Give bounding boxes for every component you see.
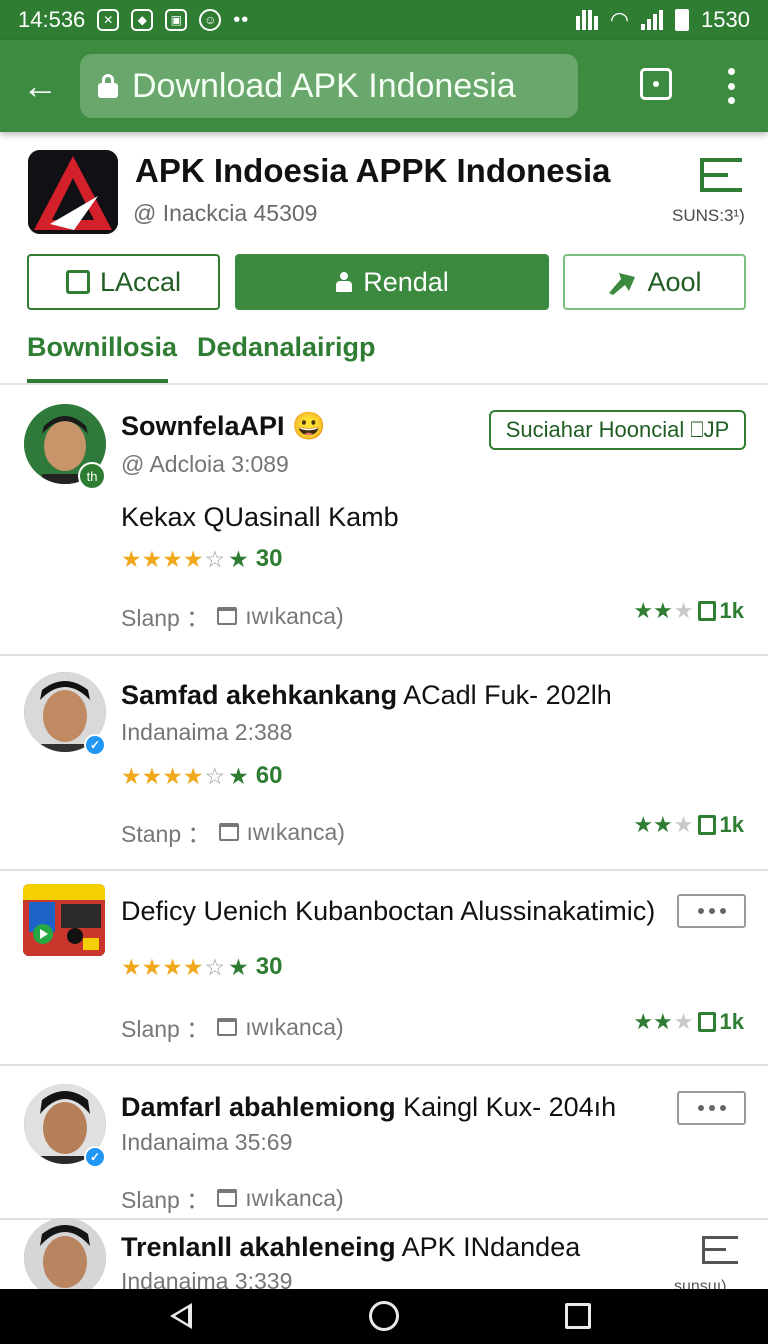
calendar-icon (217, 607, 238, 625)
notification-app-icon: ✕ (97, 9, 120, 31)
tabs-icon[interactable] (640, 68, 672, 100)
star-rating: ★★★★ ☆ ★ 30 (121, 545, 283, 572)
tab-divider (0, 383, 768, 385)
header-count: SUNS:3¹) (672, 206, 745, 225)
divider (0, 869, 768, 871)
local-button[interactable]: LAccal (27, 254, 220, 310)
divider (0, 1218, 768, 1220)
star-rating: ★★★★ ☆ ★ 30 (121, 953, 283, 980)
more-notifications-icon: •• (233, 8, 250, 31)
url-text: Download APK Indonesia (132, 66, 516, 105)
share-box-icon (65, 270, 90, 294)
vibrate-icon (575, 10, 598, 30)
cell-signal-icon (641, 10, 664, 30)
verified-icon: ✓ (84, 1146, 106, 1168)
item-title: SownfelaAPI 😀 (121, 411, 326, 441)
page-title: APK Indoesia APPK Indonesia (135, 152, 611, 189)
list-view-icon[interactable] (700, 158, 742, 192)
tab-dedanalairigp[interactable]: Dedanalairigp (197, 332, 376, 363)
person-icon (335, 272, 353, 292)
emoji-icon: 😀 (292, 411, 326, 441)
item-meta: Indanaima 2:388 (121, 719, 293, 745)
more-vert-icon[interactable] (716, 64, 746, 108)
side-rating: ★★ ★ 1k (633, 1009, 744, 1034)
item-title: Trenlanll akahleneing APK INdandea (121, 1232, 581, 1262)
list-view-icon (702, 1236, 738, 1264)
aool-button[interactable]: Aool (563, 254, 746, 310)
nav-recent-icon[interactable] (565, 1303, 591, 1329)
download-icon (697, 815, 716, 835)
item-title: Deficy Uenich Kubanboctan Alussinakatimi… (121, 896, 656, 926)
arrow-forward-icon (609, 273, 636, 295)
video-thumbnail (23, 884, 105, 956)
calendar-icon (218, 823, 239, 841)
browser-toolbar: ← Download APK Indonesia (0, 40, 768, 132)
status-badge: th (78, 462, 106, 490)
calendar-icon (217, 1018, 238, 1036)
battery-icon (675, 9, 690, 31)
system-nav-bar (0, 1289, 768, 1344)
item-meta: Indanaima 35:69 (121, 1129, 293, 1155)
avatar (24, 1218, 106, 1298)
item-description: Kekax QUasinall Kamb (121, 502, 399, 532)
status-time: 14:536 (18, 7, 86, 32)
wifi-icon: ◠ (609, 7, 630, 32)
nav-home-icon[interactable] (369, 1301, 399, 1331)
item-stamp: Slanp ： ıwıkanca) (121, 602, 344, 632)
url-bar[interactable]: Download APK Indonesia (80, 54, 578, 118)
nav-back-icon[interactable] (170, 1303, 192, 1329)
status-bar: 14:536 ✕ ◆ ▣ ☺ •• ◠ 1530 (0, 0, 768, 40)
screen: 14:536 ✕ ◆ ▣ ☺ •• ◠ 1530 ← Download APK … (0, 0, 768, 1344)
verified-icon: ✓ (84, 734, 106, 756)
more-options-button[interactable] (677, 894, 746, 928)
face-icon: ☺ (199, 9, 222, 31)
more-options-button[interactable] (677, 1091, 746, 1125)
lock-icon (98, 74, 118, 98)
item-chip[interactable]: Suciahar Hooncial ⎕JP (489, 410, 746, 450)
star-rating: ★★★★ ☆ ★ 60 (121, 762, 283, 789)
item-stamp: Slanp ： ıwıkanca) (121, 1013, 344, 1043)
item-meta: @ Adcloia 3:089 (121, 451, 289, 477)
rendal-button[interactable]: Rendal (235, 254, 549, 310)
item-title: Samfad akehkankang ACadl Fuk- 202lh (121, 680, 612, 710)
item-stamp: Stanp ： ıwıkanca) (121, 818, 345, 848)
photo-icon: ▣ (165, 9, 188, 31)
shield-icon: ◆ (131, 9, 154, 31)
side-rating: ★★ ★ 1k (633, 812, 744, 837)
divider (0, 1064, 768, 1066)
divider (0, 654, 768, 656)
page-subtitle: @ Inackcia 45309 (133, 200, 318, 226)
arrow-left-icon[interactable]: ← (0, 40, 80, 132)
status-clock: 1530 (701, 7, 750, 32)
tab-bownillosia[interactable]: Bownillosia (27, 332, 177, 363)
download-icon (697, 1012, 716, 1032)
side-rating: ★★ ★ 1k (633, 598, 744, 623)
app-logo (28, 150, 118, 234)
item-title: Damfarl abahlemiong Kaingl Kux- 204ıh (121, 1092, 617, 1122)
calendar-icon (217, 1189, 238, 1207)
floating-list-button[interactable]: sunsuı) (658, 1222, 768, 1295)
download-icon (697, 601, 716, 621)
item-stamp: Slanp ： ıwıkanca) (121, 1184, 344, 1214)
